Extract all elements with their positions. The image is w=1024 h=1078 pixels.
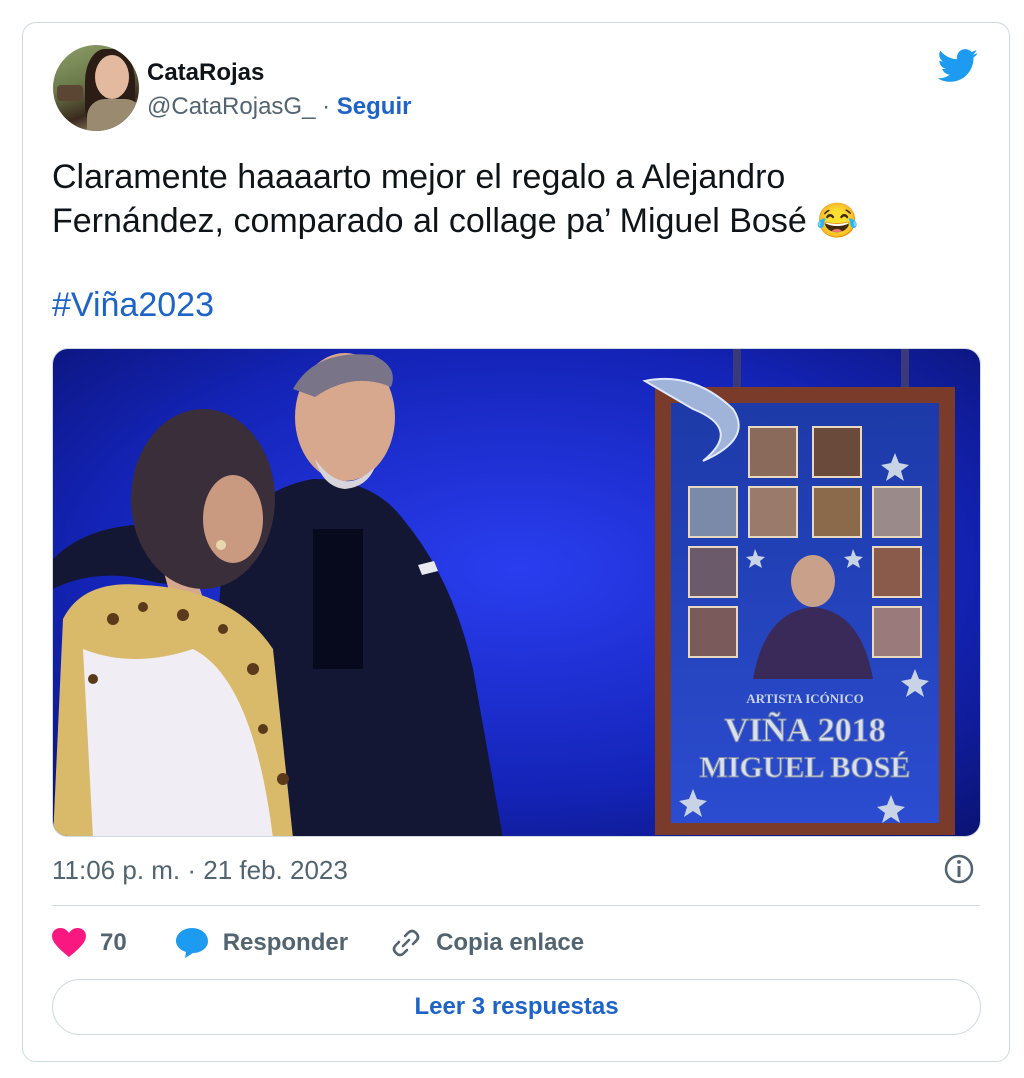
divider	[52, 905, 980, 906]
photo-illustration: ARTISTA ICÓNICO VIÑA 2018 MIGUEL BOSÉ	[53, 349, 980, 836]
tweet-text-line-2: Fernández, comparado al collage pa’ Migu…	[52, 202, 859, 240]
tweet-text: Claramente haaaarto mejor el regalo a Al…	[52, 155, 952, 243]
poster-thumb	[688, 546, 738, 598]
avatar-shirt	[87, 99, 139, 131]
man-shirt	[313, 529, 363, 669]
twitter-bird-icon[interactable]	[937, 49, 979, 83]
poster-thumb	[872, 546, 922, 598]
poster-text-1: ARTISTA ICÓNICO	[746, 691, 863, 706]
woman-earring	[216, 540, 226, 550]
info-circle-icon[interactable]	[943, 853, 975, 885]
heart-icon	[52, 928, 86, 957]
poster-portrait-head	[791, 555, 835, 607]
poster-thumb	[812, 486, 862, 538]
display-name[interactable]: CataRojas	[147, 59, 264, 87]
reply-label: Responder	[222, 929, 349, 956]
poster-thumb	[872, 486, 922, 538]
poster-text-2: VIÑA 2018	[724, 712, 886, 749]
like-count: 70	[100, 929, 127, 956]
tweet-text-line-1: Claramente haaaarto mejor el regalo a Al…	[52, 158, 786, 196]
avatar[interactable]	[53, 45, 139, 131]
user-handle[interactable]: @CataRojasG_	[147, 93, 315, 120]
poster-text-3: MIGUEL BOSÉ	[700, 751, 911, 784]
follow-button[interactable]: Seguir	[337, 93, 412, 120]
easel-post-right	[901, 349, 909, 389]
hashtag-link[interactable]: #Viña2023	[52, 283, 214, 327]
read-replies-button[interactable]: Leer 3 respuestas	[52, 979, 981, 1035]
poster-thumb	[812, 426, 862, 478]
action-bar: 70 Responder Copia enlace	[52, 923, 584, 963]
copy-link-button[interactable]: Copia enlace	[390, 927, 584, 959]
speech-bubble-icon	[175, 928, 208, 958]
tweet-timestamp[interactable]: 11:06 p. m. · 21 feb. 2023	[52, 855, 348, 886]
link-icon	[392, 929, 420, 957]
reply-button[interactable]: Responder	[175, 927, 348, 959]
like-button[interactable]: 70	[52, 928, 127, 958]
handle-row: @CataRojasG_ · Seguir	[147, 93, 411, 121]
easel-post-left	[733, 349, 741, 389]
tweet-photo[interactable]: ARTISTA ICÓNICO VIÑA 2018 MIGUEL BOSÉ	[52, 348, 981, 837]
woman-face	[203, 475, 263, 563]
poster-thumb	[688, 606, 738, 658]
poster-thumb	[748, 486, 798, 538]
avatar-face	[95, 55, 129, 99]
handle-separator: ·	[315, 93, 337, 120]
poster-thumb	[872, 606, 922, 658]
poster-thumb	[748, 426, 798, 478]
poster-thumb	[688, 486, 738, 538]
tweet-card: CataRojas @CataRojasG_ · Seguir Claramen…	[22, 22, 1010, 1062]
avatar-wagon	[57, 85, 83, 101]
copy-link-label: Copia enlace	[436, 929, 585, 956]
